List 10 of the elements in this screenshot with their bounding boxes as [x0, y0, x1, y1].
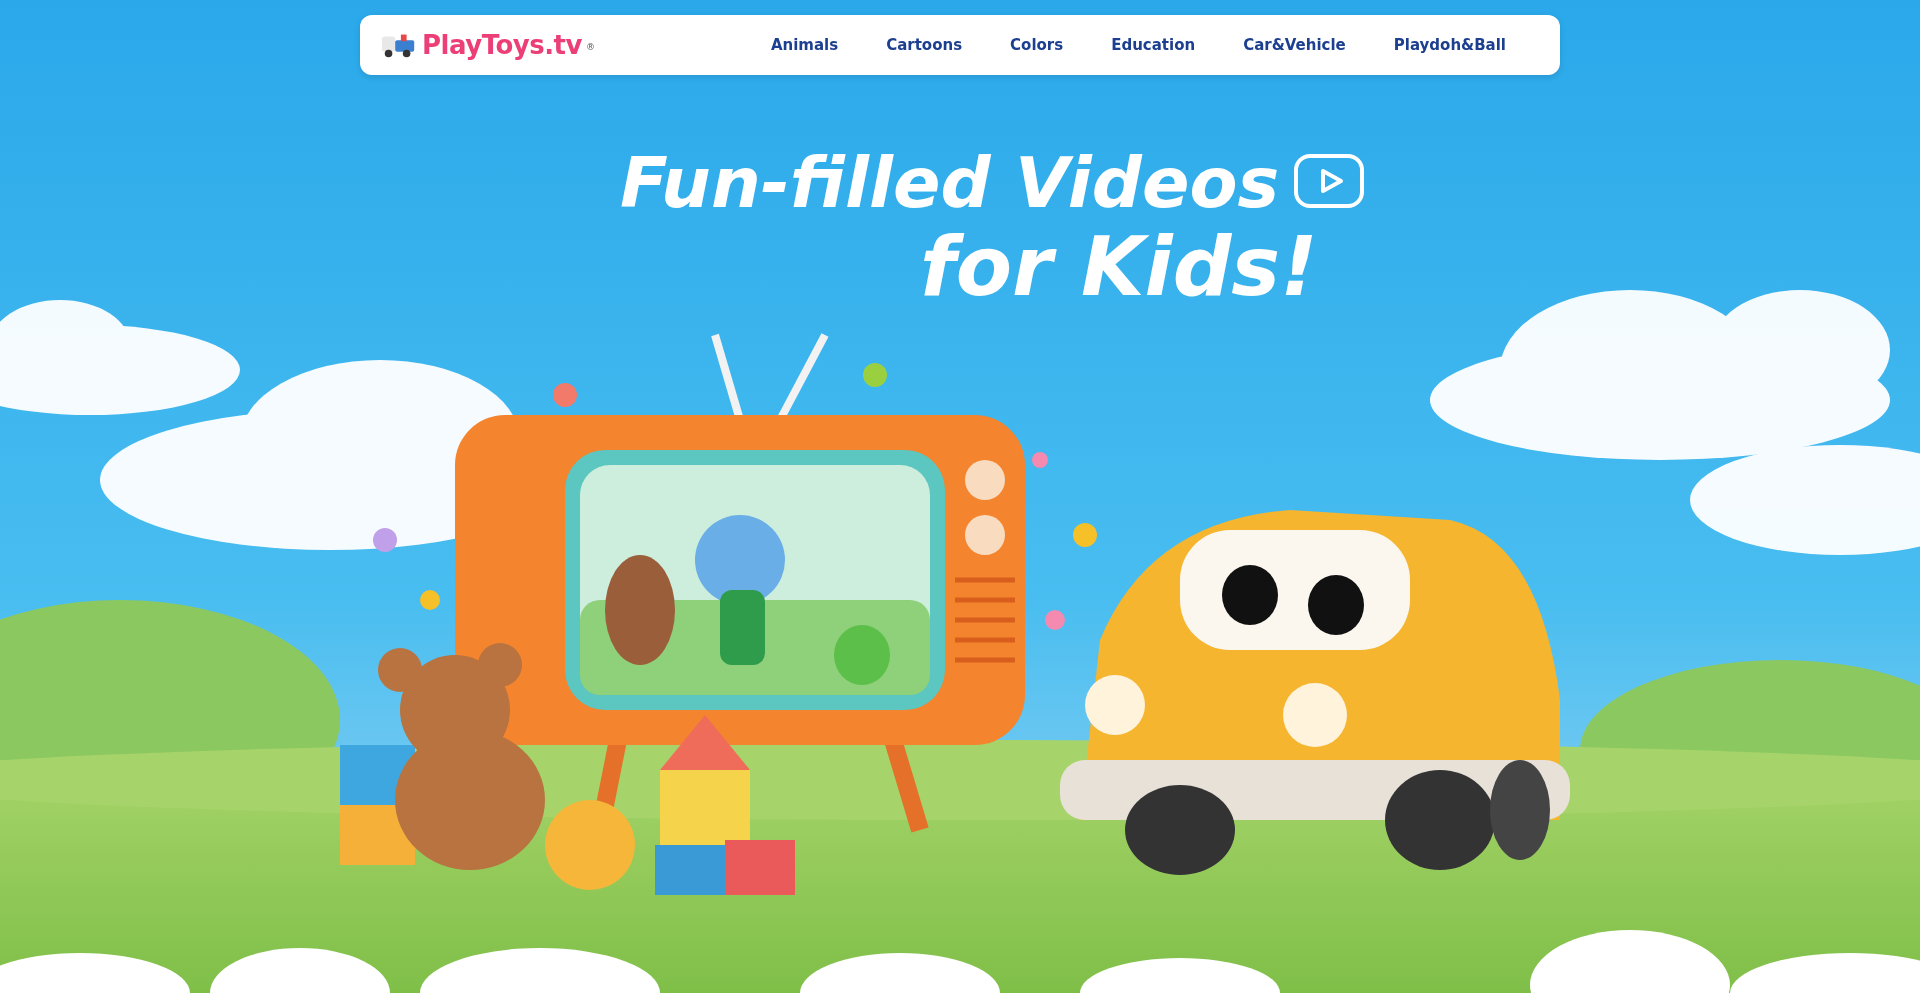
nav-link[interactable]: Animals	[770, 36, 839, 54]
headline-line: for Kids!	[920, 222, 1318, 313]
play-icon	[1293, 153, 1366, 209]
headline-line: Fun-filled Videos	[620, 145, 1280, 222]
nav-link[interactable]: Colors	[1010, 36, 1064, 54]
nav-link[interactable]: Education	[1111, 36, 1196, 54]
nav-link[interactable]: Car&Vehicle	[1243, 36, 1346, 54]
logo[interactable]: PlayToys.tv$^{®}$	[380, 30, 595, 60]
nav-link[interactable]: Playdoh&Ball	[1393, 36, 1506, 54]
nav-link[interactable]: Cartoons	[886, 36, 963, 54]
